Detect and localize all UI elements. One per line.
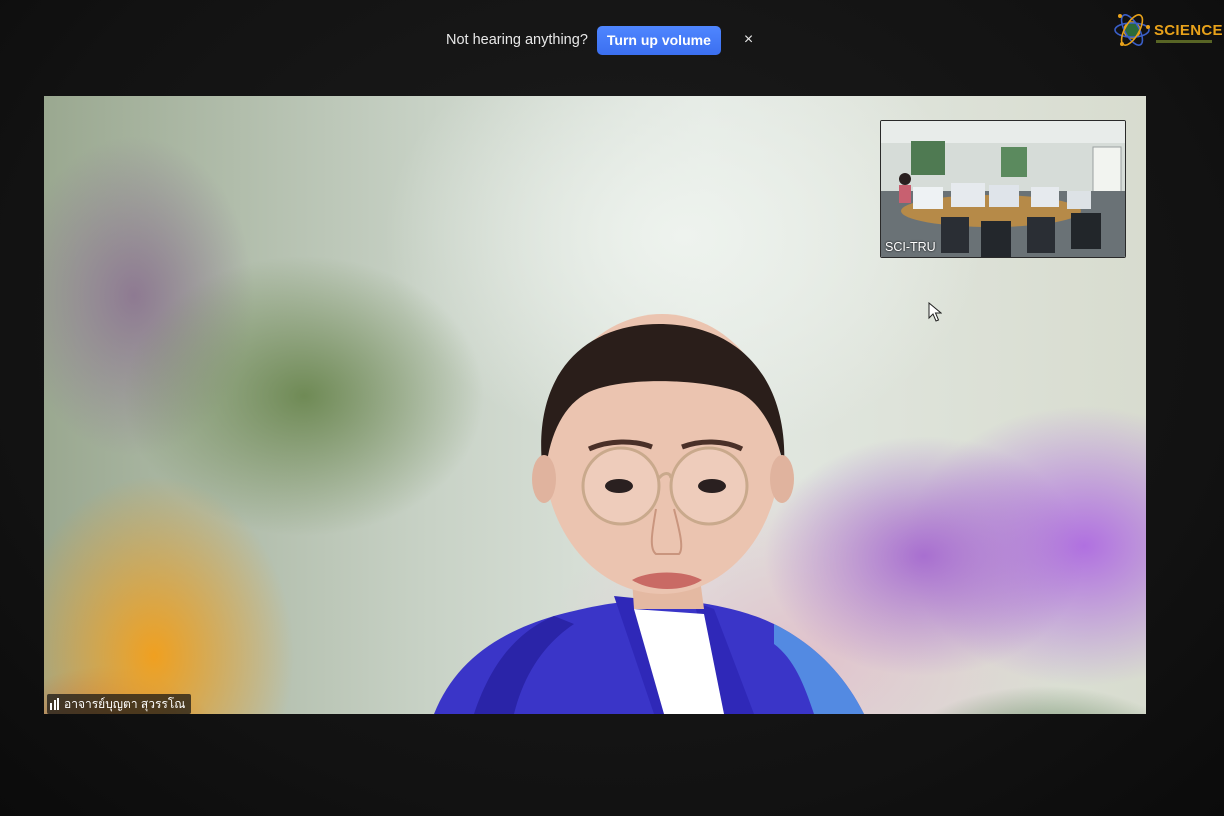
audio-level-icon — [50, 698, 59, 710]
main-speaker-video[interactable]: SCI-TRU — [44, 96, 1146, 714]
participant-name: อาจารย์บุญตา สุวรรโณ — [64, 696, 186, 711]
classroom-scene — [881, 121, 1125, 257]
audio-notification-banner: Not hearing anything? Turn up volume × — [446, 24, 753, 56]
meeting-window: Not hearing anything? Turn up volume × S… — [0, 0, 1224, 816]
mouse-cursor-icon — [928, 302, 942, 322]
self-view-label: SCI-TRU — [885, 240, 936, 254]
logo-subtitle-line — [1156, 40, 1212, 43]
participant-name-tag: อาจารย์บุญตา สุวรรโณ — [47, 694, 192, 714]
logo-text: SCIENCE — [1154, 21, 1223, 39]
self-view-thumbnail[interactable]: SCI-TRU — [880, 120, 1126, 258]
atom-logo-icon — [1114, 14, 1150, 46]
close-icon[interactable]: × — [744, 31, 753, 49]
speaker-figure — [434, 314, 864, 714]
science-logo: SCIENCE — [1112, 10, 1223, 50]
audio-notification-message: Not hearing anything? — [446, 32, 588, 48]
turn-up-volume-button[interactable]: Turn up volume — [596, 25, 721, 55]
